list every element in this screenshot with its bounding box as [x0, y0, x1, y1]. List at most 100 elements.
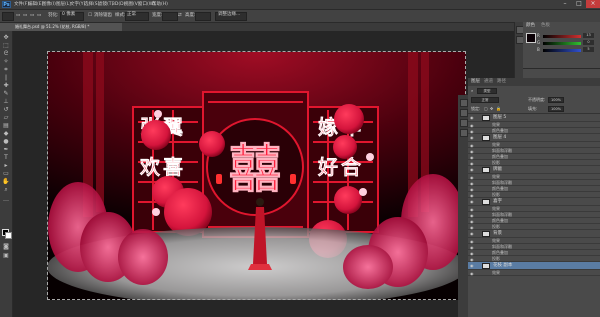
clone-stamp-tool-icon[interactable]: ⊥ — [2, 98, 10, 105]
color-panel-foreground[interactable] — [526, 33, 536, 43]
document-tab[interactable]: 婚礼舞台.psd @ 51.2% (花枝, RGB/8) * — [12, 23, 122, 31]
color-panel-tab[interactable]: 颜色 — [526, 23, 535, 29]
antialias-checkbox[interactable]: ☐ — [88, 12, 92, 20]
screen-mode-icon[interactable]: ▣ — [2, 252, 10, 259]
layer-kind-select[interactable]: 类型 — [477, 88, 497, 94]
hand-tool-icon[interactable]: ✋ — [2, 178, 10, 185]
layer-row[interactable]: ◉ 花枝 副本 — [468, 262, 600, 270]
layer-effect-row[interactable]: ◉ 效果 — [468, 270, 600, 276]
layer-row[interactable]: ◉ 图层 4 — [468, 134, 600, 142]
brush-tool-icon[interactable]: ✎ — [2, 90, 10, 97]
swap-dimensions-icon[interactable]: ⇄ — [178, 12, 182, 20]
maximize-button[interactable]: □ — [572, 0, 586, 8]
color-slider-g[interactable]: G0 — [537, 40, 597, 46]
marquee-tool-preset-picker[interactable] — [2, 12, 14, 21]
layer-thumbnail — [482, 263, 490, 269]
lock-all-icon[interactable]: 🔒 — [496, 105, 501, 113]
character-panel-icon[interactable] — [460, 99, 468, 107]
close-button[interactable]: × — [586, 0, 600, 8]
tools-panel: ✥ ⬚ ᘓ ✧ ⌗ ǀ ✚ ✎ ⊥ ↺ ▱ ▤ ◆ ● ✒ T ▸ ▭ ✋ ⌕ … — [0, 31, 13, 317]
menu-item-4[interactable]: 文字(Y) — [70, 1, 85, 8]
layer-row[interactable]: ◉ 牌匾 — [468, 166, 600, 174]
layer-row[interactable]: ◉ 背景 — [468, 230, 600, 238]
fill-value: 100% — [550, 107, 561, 111]
blur-tool-icon[interactable]: ◆ — [2, 130, 10, 137]
layer-visibility-icon[interactable]: ◉ — [470, 231, 476, 237]
layer-filter-row: ⌕ 类型 — [468, 87, 600, 95]
add-selection-icon[interactable]: ▭ — [23, 12, 27, 20]
menu-item-10[interactable]: 帮助(H) — [152, 1, 168, 8]
channel-value[interactable]: 0 — [583, 40, 594, 45]
eraser-tool-icon[interactable]: ▱ — [2, 114, 10, 121]
width-field[interactable] — [162, 12, 178, 21]
zoom-tool-icon[interactable]: ⌕ — [2, 186, 10, 193]
channel-gradient[interactable] — [543, 35, 581, 38]
healing-brush-tool-icon[interactable]: ✚ — [2, 82, 10, 89]
layer-name: 牌匾 — [493, 167, 502, 172]
layer-row[interactable]: ◉ 喜字 — [468, 198, 600, 206]
menu-item-3[interactable]: 图层(L) — [56, 1, 71, 8]
layer-visibility-icon[interactable]: ◉ — [470, 199, 476, 205]
magic-wand-tool-icon[interactable]: ✧ — [2, 58, 10, 65]
background-color-swatch[interactable] — [5, 232, 12, 239]
wedding-stage-artwork: 张 翼 欢 喜 嫁 年 好 合 囍 — [48, 52, 466, 300]
lock-pixels-icon[interactable]: ▢ — [484, 105, 488, 113]
eyedropper-tool-icon[interactable]: ǀ — [2, 74, 10, 81]
layer-visibility-icon[interactable]: ◉ — [470, 115, 476, 121]
gradient-tool-icon[interactable]: ▤ — [2, 122, 10, 129]
menu-item-2[interactable]: 图像(I) — [42, 1, 56, 8]
filter-kind-icon[interactable]: ⌕ — [471, 87, 473, 95]
layer-visibility-icon[interactable]: ◉ — [470, 135, 476, 141]
style-select[interactable]: 正常 — [125, 12, 149, 21]
type-tool-icon[interactable]: T — [2, 154, 10, 161]
marquee-tool-icon[interactable]: ⬚ — [2, 42, 10, 49]
layer-row[interactable]: ◉ 图层 5 — [468, 114, 600, 122]
quick-mask-icon[interactable]: ◙ — [2, 243, 10, 250]
channel-value[interactable]: 5 — [583, 47, 594, 52]
tab-layers[interactable]: 图层 — [471, 79, 480, 85]
effect-visibility-icon[interactable]: ◉ — [470, 271, 476, 277]
layer-visibility-icon[interactable]: ◉ — [470, 263, 476, 269]
refine-edge-button[interactable]: 调整边缘... — [215, 12, 247, 21]
width-label: 宽度: — [152, 13, 163, 18]
lasso-tool-icon[interactable]: ᘓ — [2, 50, 10, 57]
brush-panel-icon[interactable] — [460, 119, 468, 127]
minimize-button[interactable]: – — [558, 0, 572, 8]
blend-mode-select[interactable]: 正常 — [471, 97, 499, 103]
channel-value[interactable]: 13 — [583, 33, 594, 38]
feather-field[interactable]: 0 像素 — [60, 12, 84, 21]
new-selection-icon[interactable]: ▭ — [16, 12, 20, 20]
color-slider-r[interactable]: R 13 — [537, 33, 597, 39]
info-panel-icon[interactable] — [460, 129, 468, 137]
menu-item-6[interactable]: 滤镜(T) — [98, 1, 113, 8]
height-field[interactable] — [195, 12, 211, 21]
history-brush-tool-icon[interactable]: ↺ — [2, 106, 10, 113]
channel-gradient[interactable] — [543, 42, 581, 45]
document-canvas[interactable]: 张 翼 欢 喜 嫁 年 好 合 囍 — [48, 52, 466, 300]
lock-position-icon[interactable]: ✥ — [490, 105, 493, 113]
dodge-tool-icon[interactable]: ● — [2, 138, 10, 145]
layer-thumbnail — [482, 231, 490, 237]
feather-label: 羽化: — [48, 13, 59, 18]
crop-tool-icon[interactable]: ⌗ — [2, 66, 10, 73]
more-tools-icon[interactable]: … — [2, 196, 10, 203]
options-bar: ▭ ▭ ▭ ▭ 羽化: 0 像素 ☐ 消除锯齿 样式: 正常 宽度: ⇄ 高度:… — [0, 10, 600, 23]
menu-item-0[interactable]: 文件(F) — [14, 1, 29, 8]
pen-tool-icon[interactable]: ✒ — [2, 146, 10, 153]
layer-visibility-icon[interactable]: ◉ — [470, 167, 476, 173]
tab-channels[interactable]: 通道 — [484, 79, 493, 85]
move-tool-icon[interactable]: ✥ — [2, 34, 10, 41]
intersect-selection-icon[interactable]: ▭ — [37, 12, 41, 20]
height-label: 高度: — [185, 13, 196, 18]
path-selection-tool-icon[interactable]: ▸ — [2, 162, 10, 169]
channel-gradient[interactable] — [543, 49, 581, 52]
opacity-field[interactable]: 100% — [548, 97, 564, 103]
swatches-panel-tab[interactable]: 色板 — [541, 23, 550, 29]
opacity-label: 不透明度: — [528, 97, 546, 102]
color-slider-b[interactable]: B5 — [537, 47, 597, 53]
fill-field[interactable]: 100% — [548, 106, 564, 112]
paragraph-panel-icon[interactable] — [460, 109, 468, 117]
subtract-selection-icon[interactable]: ▭ — [30, 12, 34, 20]
tab-paths[interactable]: 路径 — [497, 79, 506, 85]
shape-tool-icon[interactable]: ▭ — [2, 170, 10, 177]
